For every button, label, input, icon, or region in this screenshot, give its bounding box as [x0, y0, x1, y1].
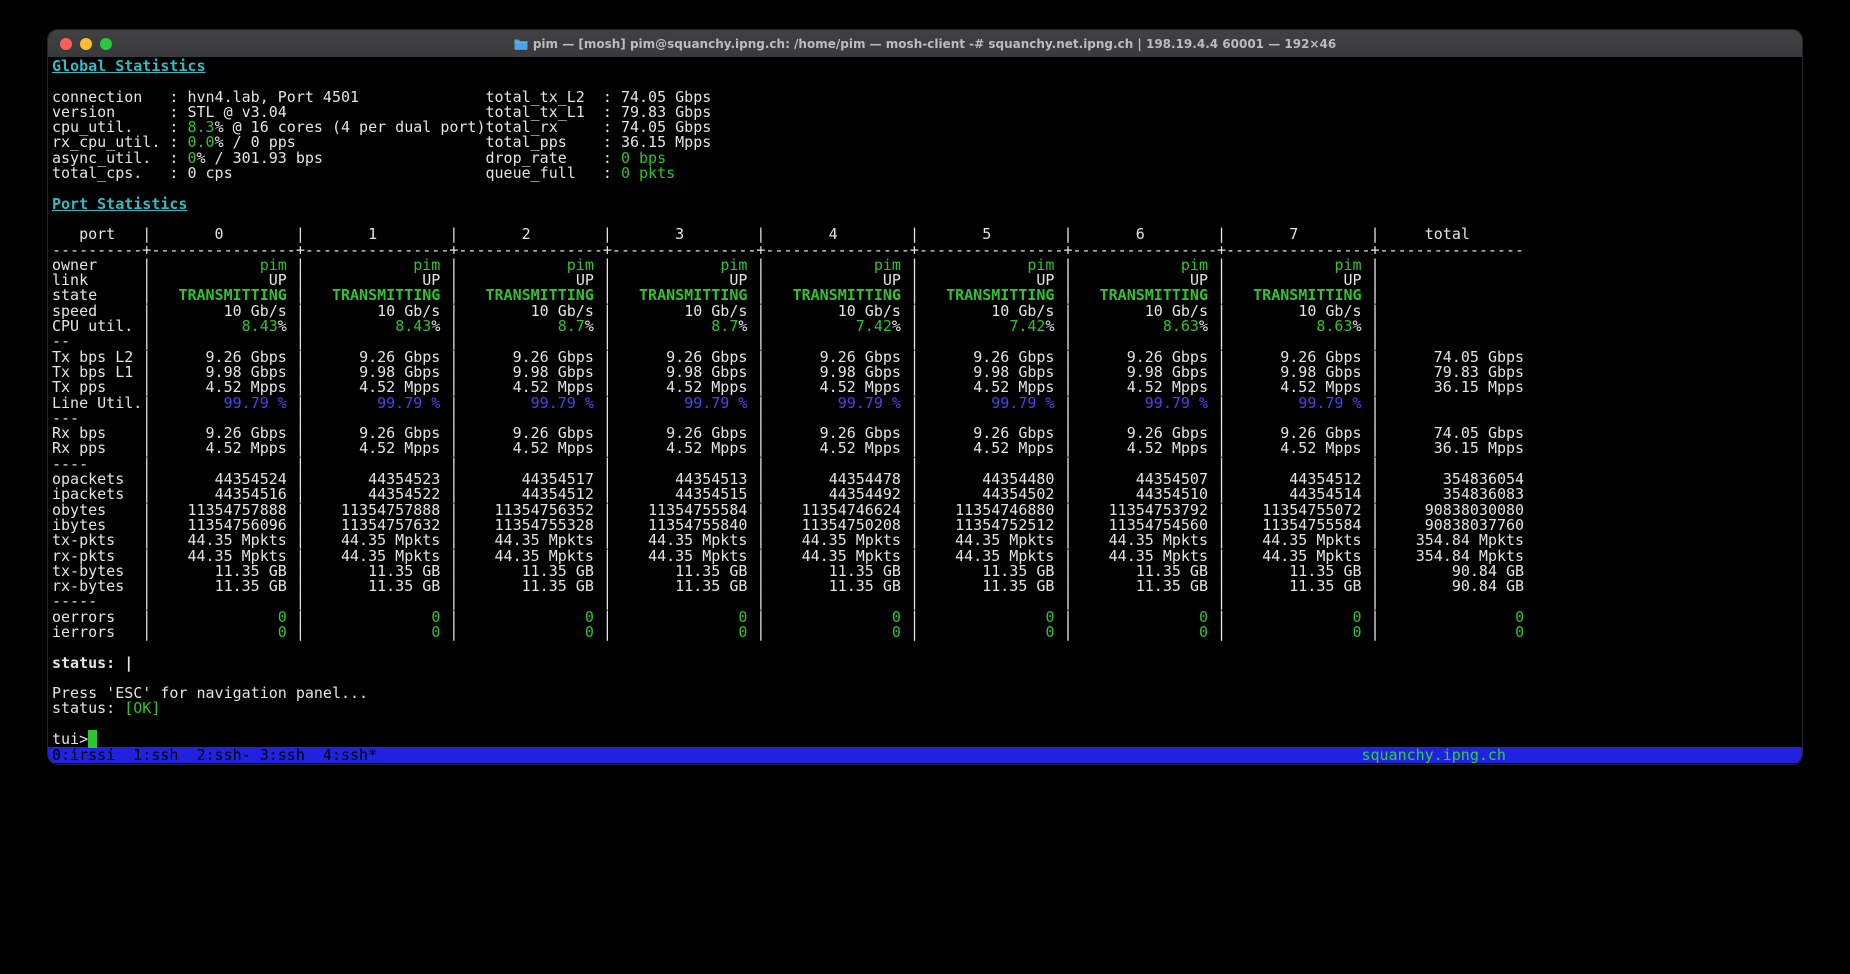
close-button[interactable]	[60, 38, 72, 50]
port-table-row-ierrors: ierrors | 0 | 0 | 0 | 0 | 0 | 0 | 0 | 0 …	[48, 625, 1802, 640]
blank-line	[48, 181, 1802, 196]
minimize-button[interactable]	[80, 38, 92, 50]
text-cursor	[88, 730, 97, 748]
status-ok-line: status: [OK]	[48, 701, 1802, 716]
tui-prompt[interactable]: tui>	[48, 732, 1802, 747]
window-titlebar[interactable]: pim — [mosh] pim@squanchy.ipng.ch: /home…	[48, 30, 1802, 58]
blank-line	[48, 717, 1802, 732]
global-stats-heading: Global Statistics	[48, 59, 1802, 74]
window-controls	[60, 30, 112, 57]
zoom-button[interactable]	[100, 38, 112, 50]
terminal-output: Global Statisticsconnection : hvn4.lab, …	[48, 59, 1802, 763]
tmux-status-bar: 0:irssi 1:ssh 2:ssh- 3:ssh 4:ssh* squanc…	[48, 747, 1802, 763]
folder-icon	[514, 38, 528, 50]
window-title-text: pim — [mosh] pim@squanchy.ipng.ch: /home…	[533, 37, 1336, 51]
status-spinner-line: status: |	[48, 656, 1802, 671]
esc-hint-line: Press 'ESC' for navigation panel...	[48, 686, 1802, 701]
terminal-screen[interactable]: Global Statisticsconnection : hvn4.lab, …	[48, 57, 1802, 764]
terminal-window: pim — [mosh] pim@squanchy.ipng.ch: /home…	[48, 30, 1802, 764]
window-title: pim — [mosh] pim@squanchy.ipng.ch: /home…	[514, 37, 1336, 51]
global-stats-row: total_cps. : 0 cps queue_full : 0 pkts	[48, 166, 1802, 181]
blank-line	[48, 640, 1802, 655]
port-stats-heading: Port Statistics	[48, 197, 1802, 212]
